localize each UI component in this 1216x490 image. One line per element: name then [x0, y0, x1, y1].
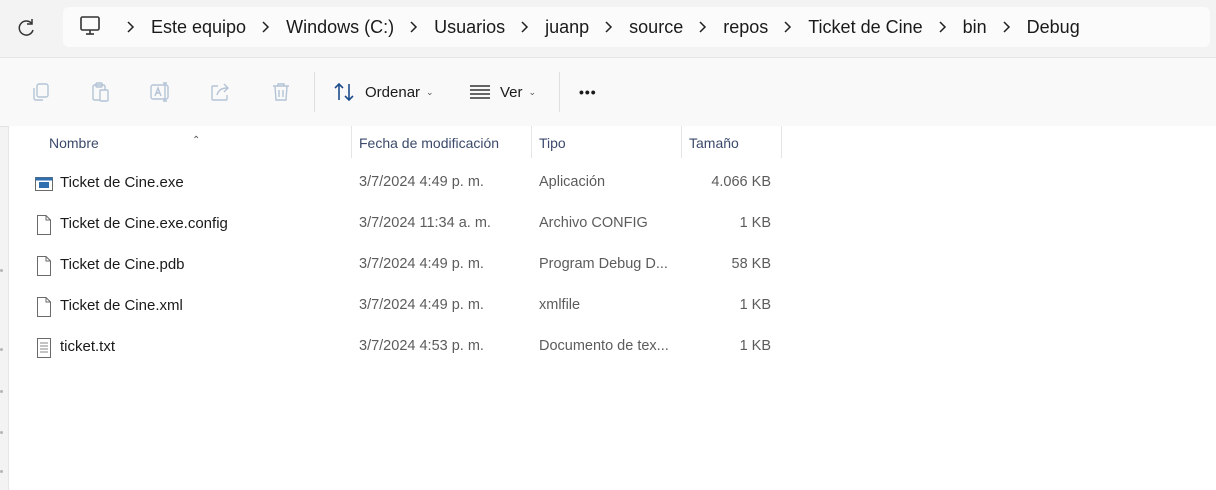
column-header-size[interactable]: Tamaño — [682, 126, 781, 158]
chevron-right-icon[interactable] — [997, 7, 1017, 47]
crumb-bin[interactable]: bin — [953, 17, 997, 38]
chevron-right-icon[interactable] — [778, 7, 798, 47]
file-type: Aplicación — [539, 174, 606, 190]
chevron-right-icon[interactable] — [693, 7, 713, 47]
chevron-right-icon[interactable] — [256, 7, 276, 47]
address-row: Este equipo Windows (C:) Usuarios juanp … — [0, 0, 1216, 56]
crumb-debug[interactable]: Debug — [1017, 17, 1090, 38]
file-name: Ticket de Cine.pdb — [60, 256, 185, 273]
delete-icon[interactable] — [269, 80, 293, 104]
file-date: 3/7/2024 4:53 p. m. — [359, 338, 484, 354]
file-row[interactable]: Ticket de Cine.xml 3/7/2024 4:49 p. m. x… — [9, 287, 789, 327]
file-type: Documento de tex... — [539, 338, 669, 354]
chevron-down-icon: ⌄ — [426, 86, 434, 97]
file-type: xmlfile — [539, 297, 581, 313]
crumb-windows-c[interactable]: Windows (C:) — [276, 17, 404, 38]
pane-edge-marker — [0, 348, 3, 351]
file-row[interactable]: ticket.txt 3/7/2024 4:53 p. m. Documento… — [9, 328, 789, 368]
copy-icon[interactable] — [29, 80, 53, 104]
pane-edge-marker — [0, 269, 3, 272]
chevron-down-icon: ⌄ — [528, 86, 537, 97]
crumb-repos[interactable]: repos — [713, 17, 778, 38]
file-name: ticket.txt — [60, 338, 116, 355]
sort-ascending-icon: ⌃ — [192, 135, 201, 146]
file-size: 1 KB — [739, 338, 771, 354]
view-list-icon — [470, 85, 490, 99]
refresh-icon[interactable] — [14, 16, 38, 40]
column-header-name-label: Nombre — [49, 135, 99, 151]
file-icon — [37, 215, 51, 235]
toolbar-divider — [314, 72, 315, 112]
file-date: 3/7/2024 11:34 a. m. — [359, 215, 491, 231]
file-date: 3/7/2024 4:49 p. m. — [359, 256, 484, 272]
file-row[interactable]: Ticket de Cine.exe.config 3/7/2024 11:34… — [9, 205, 789, 245]
column-header-type[interactable]: Tipo — [532, 126, 681, 158]
crumb-ticket-de-cine[interactable]: Ticket de Cine — [798, 17, 932, 38]
file-type: Program Debug D... — [539, 256, 668, 272]
file-size: 4.066 KB — [711, 174, 771, 190]
chevron-right-icon[interactable] — [121, 7, 141, 47]
file-size: 58 KB — [731, 256, 772, 272]
crumb-source[interactable]: source — [619, 17, 693, 38]
rename-icon[interactable] — [149, 80, 173, 104]
file-type: Archivo CONFIG — [539, 215, 648, 231]
pane-edge-marker — [0, 431, 3, 434]
file-name: Ticket de Cine.xml — [60, 297, 183, 314]
file-name: Ticket de Cine.exe.config — [60, 215, 228, 232]
chevron-right-icon[interactable] — [599, 7, 619, 47]
crumb-usuarios[interactable]: Usuarios — [424, 17, 515, 38]
pane-edge-marker — [0, 390, 3, 393]
file-name: Ticket de Cine.exe — [60, 174, 184, 191]
chevron-right-icon[interactable] — [933, 7, 953, 47]
view-button[interactable]: Ver ⌄ — [469, 76, 536, 108]
chevron-right-icon[interactable] — [515, 7, 535, 47]
file-list: Nombre ⌃ Fecha de modificación Tipo Tama… — [8, 126, 1216, 490]
view-label: Ver — [500, 83, 523, 101]
command-bar: Ordenar ⌄ Ver ⌄ ••• — [0, 57, 1216, 127]
file-date: 3/7/2024 4:49 p. m. — [359, 297, 484, 313]
sort-label: Ordenar — [365, 83, 421, 101]
breadcrumb: Este equipo Windows (C:) Usuarios juanp … — [121, 7, 1090, 47]
file-size: 1 KB — [739, 297, 771, 313]
column-header-date-label: Fecha de modificación — [359, 135, 500, 151]
sort-icon — [334, 82, 354, 102]
crumb-este-equipo[interactable]: Este equipo — [141, 17, 256, 38]
computer-icon[interactable] — [79, 15, 101, 37]
exe-icon — [35, 177, 53, 191]
crumb-juanp[interactable]: juanp — [535, 17, 599, 38]
column-header-type-label: Tipo — [539, 135, 566, 151]
file-icon — [37, 256, 51, 276]
text-file-icon — [37, 338, 51, 358]
file-icon — [37, 297, 51, 317]
toolbar-divider — [559, 72, 560, 112]
sort-button[interactable]: Ordenar ⌄ — [334, 76, 434, 108]
address-bar[interactable]: Este equipo Windows (C:) Usuarios juanp … — [63, 7, 1210, 47]
paste-icon[interactable] — [89, 80, 113, 104]
column-divider[interactable] — [781, 126, 782, 158]
file-date: 3/7/2024 4:49 p. m. — [359, 174, 484, 190]
column-header-size-label: Tamaño — [689, 135, 739, 151]
column-header-name[interactable]: Nombre ⌃ — [9, 126, 351, 158]
pane-edge-marker — [0, 470, 3, 473]
file-row[interactable]: Ticket de Cine.exe 3/7/2024 4:49 p. m. A… — [9, 164, 789, 204]
more-options-button[interactable]: ••• — [579, 76, 597, 108]
file-row[interactable]: Ticket de Cine.pdb 3/7/2024 4:49 p. m. P… — [9, 246, 789, 286]
chevron-right-icon[interactable] — [404, 7, 424, 47]
column-header-date[interactable]: Fecha de modificación — [352, 126, 531, 158]
share-icon[interactable] — [209, 80, 233, 104]
file-size: 1 KB — [739, 215, 771, 231]
